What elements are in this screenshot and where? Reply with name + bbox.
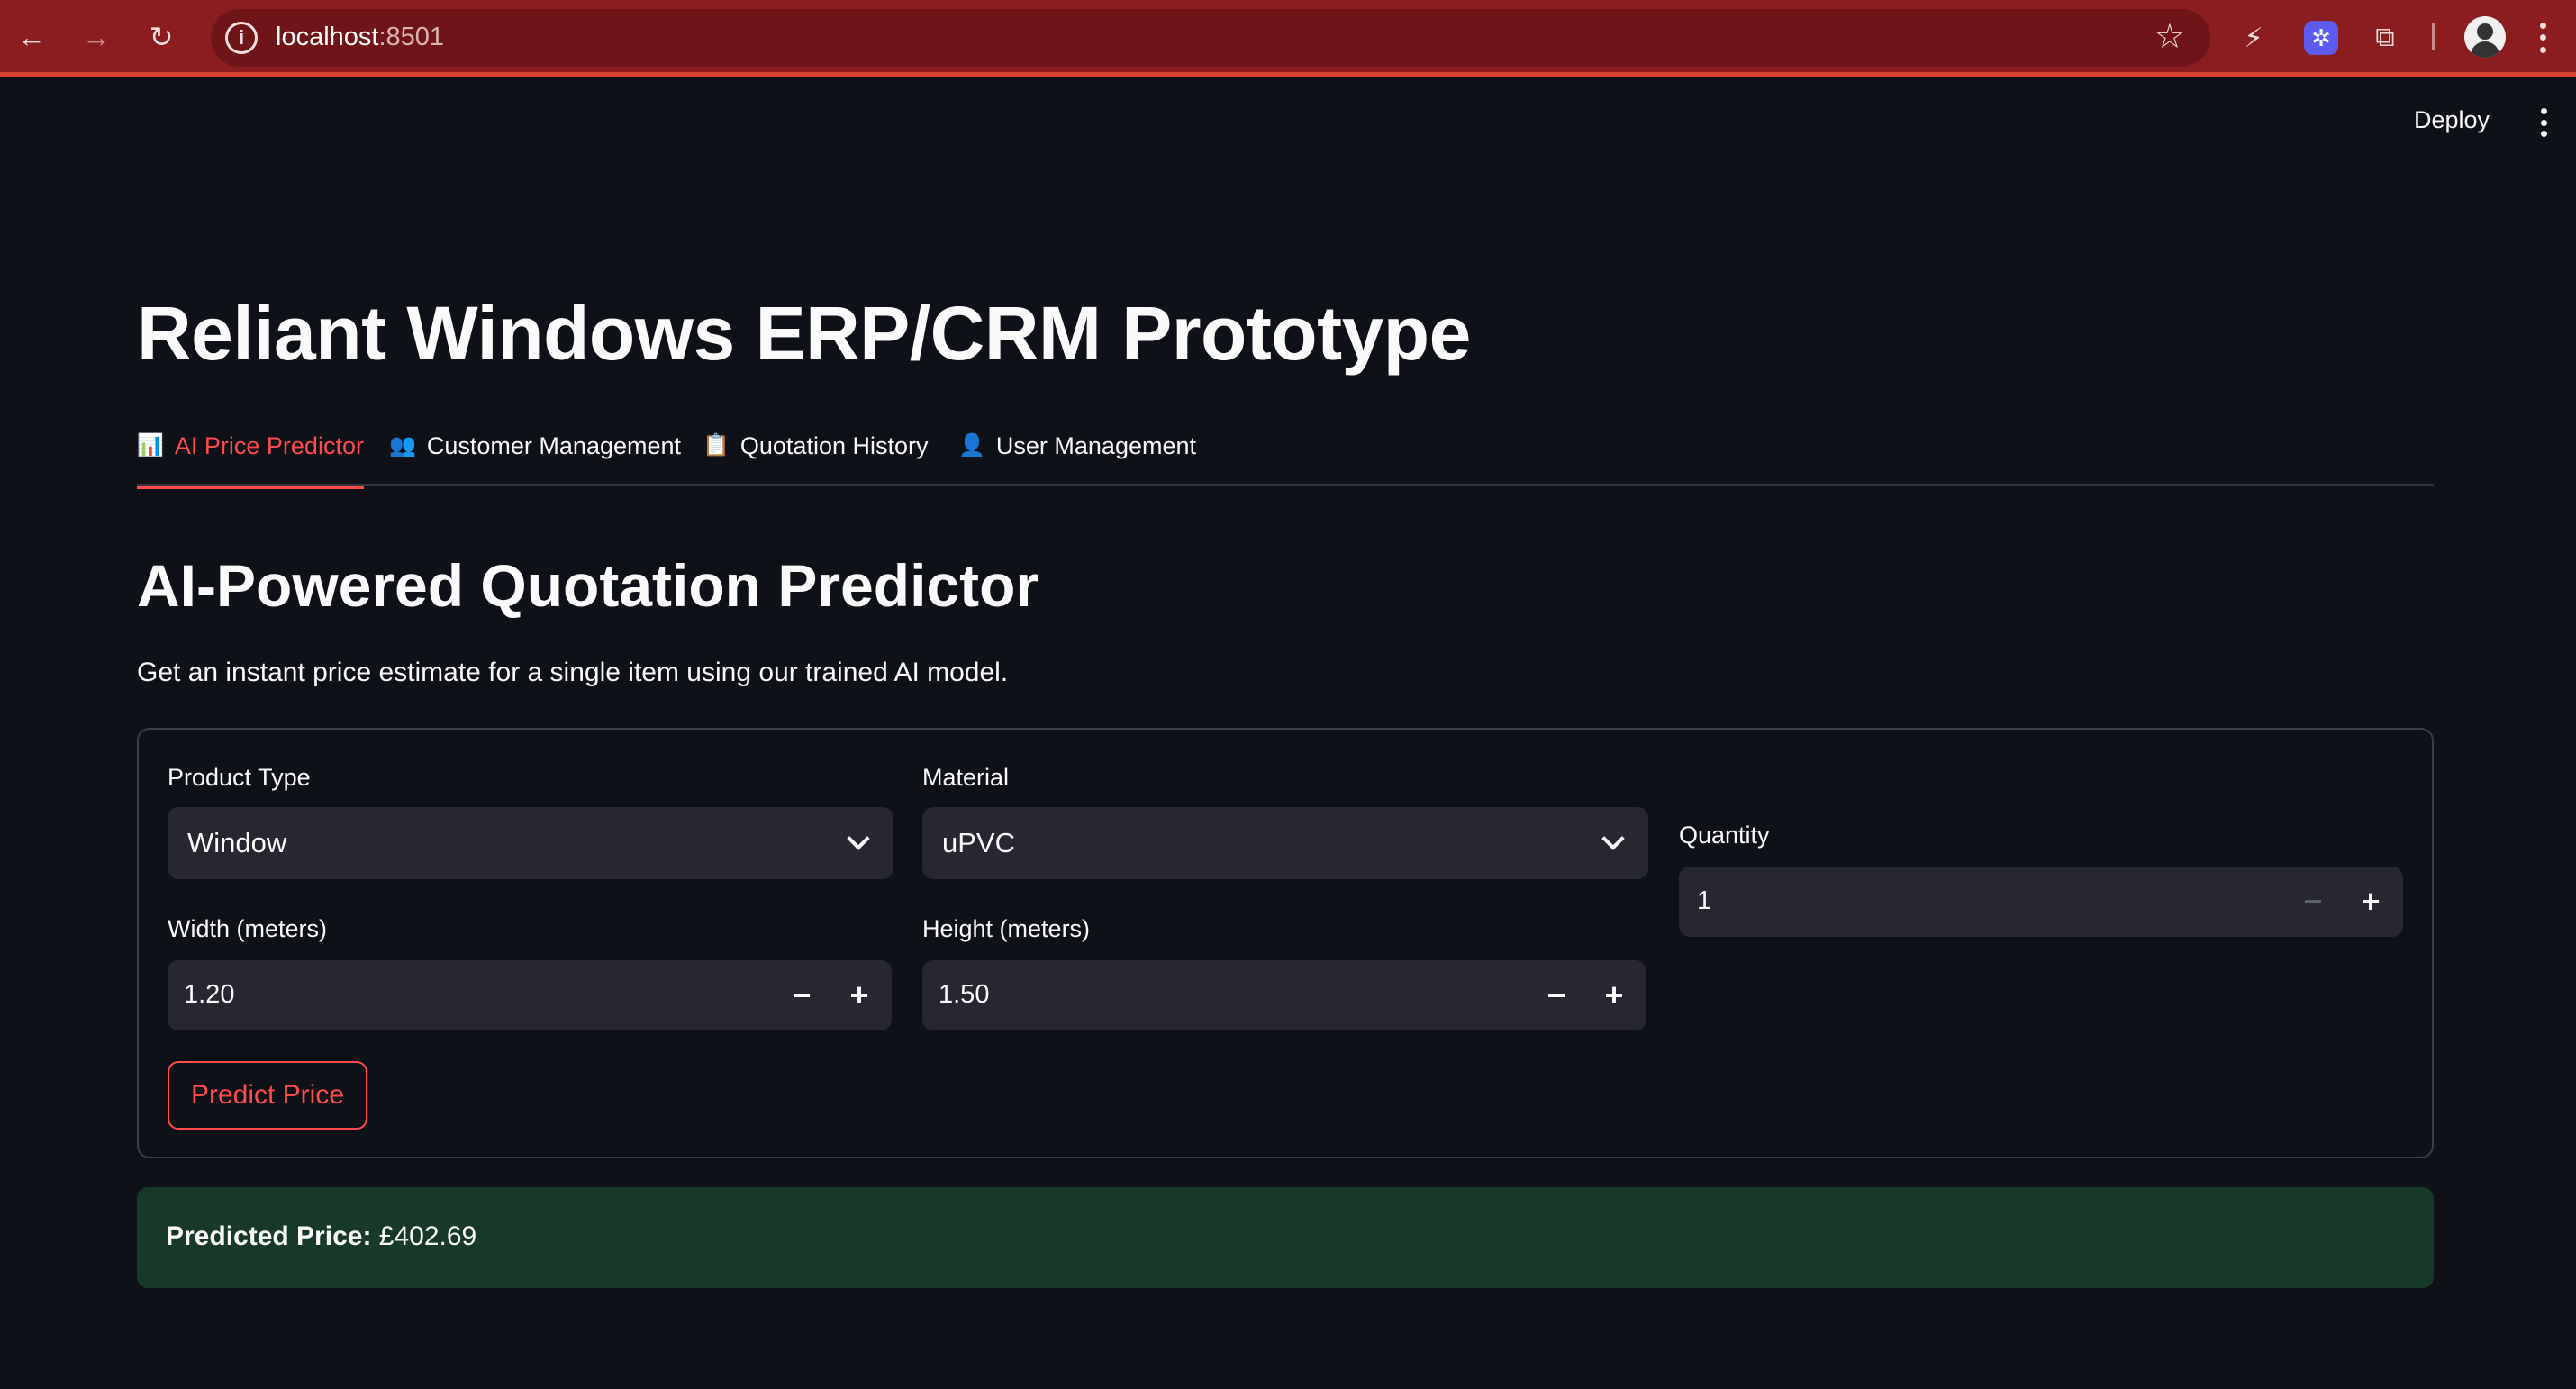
tab-label: Customer Management [426,432,682,459]
predictor-form: Product Type Window Material uPVC Quanti… [137,728,2434,1158]
back-arrow-icon[interactable]: ← [11,16,52,58]
chevron-down-icon [847,827,870,850]
quantity-stepper[interactable]: 1 − + [1679,867,2403,937]
product-type-select[interactable]: Window [168,807,893,879]
tab-quotation-history[interactable]: 📋 Quotation History [703,432,928,486]
chevron-down-icon [1601,827,1625,850]
browser-toolbar: ← → ↻ i localhost:8501 ☆ ⚡ ✲ ⧉ [0,0,2576,77]
users-icon: 👥 [389,433,416,458]
extension-gear-icon[interactable]: ✲ [2304,21,2338,55]
bookmark-star-icon[interactable]: ☆ [2154,16,2185,57]
product-type-value: Window [187,827,287,858]
reload-icon[interactable]: ↻ [141,16,182,58]
tab-user-management[interactable]: 👤 User Management [958,432,1196,486]
quantity-label: Quantity [1679,822,1770,849]
url-text[interactable]: localhost:8501 [276,23,444,52]
quantity-decrement-icon[interactable]: − [2284,867,2342,937]
url-port: :8501 [378,23,445,51]
section-description: Get an instant price estimate for a sing… [137,658,1009,687]
quantity-increment-icon[interactable]: + [2342,867,2399,937]
tab-ai-price-predictor[interactable]: 📊 AI Price Predictor [137,432,364,489]
prediction-result-alert: Predicted Price: £402.69 [137,1187,2434,1288]
height-decrement-icon[interactable]: − [1528,960,1585,1030]
material-select[interactable]: uPVC [922,807,1648,879]
extensions-puzzle-icon[interactable]: ⧉ [2365,18,2405,58]
height-label: Height (meters) [922,915,1091,942]
product-type-label: Product Type [168,764,311,791]
url-host: localhost [276,23,379,51]
address-bar[interactable]: i localhost:8501 ☆ [211,9,2210,67]
width-stepper[interactable]: 1.20 − + [168,960,892,1030]
site-info-icon[interactable]: i [225,22,258,54]
tab-label: AI Price Predictor [174,432,364,459]
predict-price-button[interactable]: Predict Price [168,1061,367,1130]
result-label: Predicted Price: [166,1221,372,1251]
page-title: Reliant Windows ERP/CRM Prototype [137,291,1471,376]
tab-label: User Management [995,432,1196,459]
height-value[interactable]: 1.50 [939,980,989,1010]
material-value: uPVC [942,827,1015,858]
width-decrement-icon[interactable]: − [773,960,830,1030]
user-icon: 👤 [958,433,985,458]
quantity-value[interactable]: 1 [1697,886,1711,916]
section-heading: AI-Powered Quotation Predictor [137,552,1039,619]
width-value[interactable]: 1.20 [184,980,234,1010]
deploy-button[interactable]: Deploy [2414,106,2490,134]
height-increment-icon[interactable]: + [1585,960,1643,1030]
width-label: Width (meters) [168,915,328,942]
tab-customer-management[interactable]: 👥 Customer Management [389,432,681,486]
prediction-result-text: Predicted Price: £402.69 [166,1221,476,1252]
tab-label: Quotation History [739,432,929,459]
profile-avatar[interactable] [2464,16,2506,58]
bar-chart-icon: 📊 [137,433,164,458]
width-increment-icon[interactable]: + [830,960,888,1030]
clipboard-icon: 📋 [703,433,730,458]
browser-menu-icon[interactable] [2529,20,2556,56]
extension-runner-icon[interactable]: ⚡ [2234,18,2273,58]
forward-arrow-icon[interactable]: → [76,16,117,58]
material-label: Material [922,764,1010,791]
toolbar-divider [2432,23,2435,50]
height-stepper[interactable]: 1.50 − + [922,960,1646,1030]
result-value: £402.69 [378,1221,477,1251]
app-menu-icon[interactable] [2535,108,2553,137]
tab-bar: 📊 AI Price Predictor 👥 Customer Manageme… [137,423,2434,489]
